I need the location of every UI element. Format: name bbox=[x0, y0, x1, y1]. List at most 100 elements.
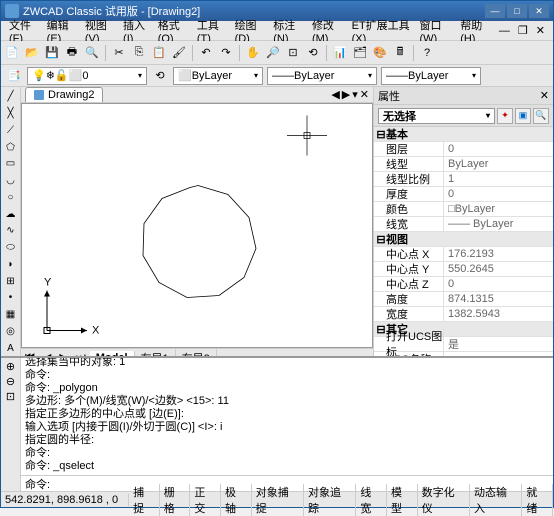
print-icon[interactable]: 🖶 bbox=[63, 44, 81, 62]
polar-toggle[interactable]: 极轴 bbox=[221, 484, 252, 516]
preview-icon[interactable]: 🔍 bbox=[83, 44, 101, 62]
ellipse-icon[interactable]: ⬭ bbox=[3, 240, 19, 256]
select-icon[interactable]: ▣ bbox=[515, 108, 531, 124]
prop-row[interactable]: 打开UCS图标是 bbox=[374, 337, 553, 352]
layer-toolbar: 📑 💡❄🔓⬜ 0▾ ⟲ ⬜ ByLayer▾ —— ByLayer▾ —— By… bbox=[1, 65, 553, 87]
menu-bar: 文件(F) 编辑(E) 视图(V) 插入(I) 格式(O) 工具(T) 绘图(D… bbox=[1, 21, 553, 41]
drawing-canvas[interactable]: X Y bbox=[21, 103, 373, 348]
standard-toolbar: 📄 📂 💾 🖶 🔍 ✂ ⎘ 📋 🖌 ↶ ↷ ✋ 🔎 ⊡ ⟲ 📊 🗂 🎨 🖩 ? bbox=[1, 41, 553, 65]
close-button[interactable]: ✕ bbox=[529, 4, 549, 18]
svg-text:X: X bbox=[92, 325, 100, 337]
revcloud-icon[interactable]: ☁ bbox=[3, 206, 19, 222]
pan-icon[interactable]: ✋ bbox=[244, 44, 262, 62]
model-tabs: ⏮ ◀ ▶ ⏭ Model 布局1 布局2 bbox=[21, 348, 373, 356]
layer-manager-icon[interactable]: 📑 bbox=[5, 67, 23, 85]
tab-menu-icon[interactable]: ▾ bbox=[352, 88, 358, 101]
cmd-tool2-icon[interactable]: ⊖ bbox=[6, 375, 15, 388]
text-icon[interactable]: A bbox=[3, 340, 19, 356]
properties-title: 属性 bbox=[378, 88, 400, 104]
spline-icon[interactable]: ∿ bbox=[3, 223, 19, 239]
ellipsearc-icon[interactable]: ◗ bbox=[3, 257, 19, 273]
help-icon[interactable]: ? bbox=[418, 44, 436, 62]
copy-icon[interactable]: ⎘ bbox=[130, 44, 148, 62]
mdi-restore-button[interactable]: ❐ bbox=[514, 22, 532, 39]
zoom-win-icon[interactable]: ⊡ bbox=[284, 44, 302, 62]
xline-icon[interactable]: ╳ bbox=[3, 106, 19, 122]
rect-icon[interactable]: ▭ bbox=[3, 156, 19, 172]
tab-next-icon[interactable]: ▶ bbox=[342, 88, 350, 101]
tablet-toggle[interactable]: 数字化仪 bbox=[418, 484, 470, 516]
match-icon[interactable]: 🖌 bbox=[170, 44, 188, 62]
line-icon[interactable]: ╱ bbox=[3, 89, 19, 105]
arc-icon[interactable]: ◡ bbox=[3, 173, 19, 189]
status-ready: 就绪 bbox=[522, 484, 553, 516]
prop-row[interactable]: 宽度1382.5943 bbox=[374, 307, 553, 322]
mdi-close-button[interactable]: ✕ bbox=[532, 22, 549, 39]
drawing-tab[interactable]: Drawing2 bbox=[25, 87, 103, 102]
prop-row[interactable]: 线型比例1 bbox=[374, 172, 553, 187]
pickadd-icon[interactable]: ✦ bbox=[497, 108, 513, 124]
zoom-prev-icon[interactable]: ⟲ bbox=[304, 44, 322, 62]
region-icon[interactable]: ◎ bbox=[3, 324, 19, 340]
hatch-icon[interactable]: ▦ bbox=[3, 307, 19, 323]
color-combo[interactable]: ⬜ ByLayer▾ bbox=[173, 67, 263, 85]
mdi-minimize-button[interactable]: — bbox=[495, 23, 514, 39]
coordinates[interactable]: 542.8291, 898.9618 , 0 bbox=[1, 494, 129, 506]
maximize-button[interactable]: □ bbox=[507, 4, 527, 18]
toolpalette-icon[interactable]: 🎨 bbox=[371, 44, 389, 62]
lineweight-combo[interactable]: —— ByLayer▾ bbox=[381, 67, 481, 85]
tab-layout1[interactable]: 布局1 bbox=[135, 349, 176, 357]
tab-close-icon[interactable]: ✕ bbox=[360, 88, 369, 101]
cmd-tool1-icon[interactable]: ⊕ bbox=[6, 360, 15, 373]
cut-icon[interactable]: ✂ bbox=[110, 44, 128, 62]
layer-combo[interactable]: 💡❄🔓⬜ 0▾ bbox=[27, 67, 147, 85]
prop-category[interactable]: ⊟视图 bbox=[374, 232, 553, 247]
zoom-icon[interactable]: 🔎 bbox=[264, 44, 282, 62]
properties-panel: 属性 ✕ 无选择▾ ✦ ▣ 🔍 ⊟基本图层0线型ByLayer线型比例1厚度0颜… bbox=[373, 87, 553, 356]
command-history[interactable]: 另一角点:命令:命令: _erase选择集当中的对象: 1命令:命令: _pol… bbox=[21, 358, 553, 475]
qselect-icon[interactable]: 🔍 bbox=[533, 108, 549, 124]
undo-icon[interactable]: ↶ bbox=[197, 44, 215, 62]
open-icon[interactable]: 📂 bbox=[23, 44, 41, 62]
prop-row[interactable]: 中心点 Y550.2645 bbox=[374, 262, 553, 277]
prop-row[interactable]: 中心点 Z0 bbox=[374, 277, 553, 292]
save-icon[interactable]: 💾 bbox=[43, 44, 61, 62]
model-toggle[interactable]: 模型 bbox=[387, 484, 418, 516]
new-icon[interactable]: 📄 bbox=[3, 44, 21, 62]
prop-row[interactable]: 图层0 bbox=[374, 142, 553, 157]
tab-prev-icon[interactable]: ◀ bbox=[331, 88, 339, 101]
props-icon[interactable]: 📊 bbox=[331, 44, 349, 62]
block-icon[interactable]: ⊞ bbox=[3, 273, 19, 289]
linetype-combo[interactable]: —— ByLayer▾ bbox=[267, 67, 377, 85]
osnap-toggle[interactable]: 对象捕捉 bbox=[252, 484, 304, 516]
designcenter-icon[interactable]: 🗂 bbox=[351, 44, 369, 62]
polygon-icon[interactable]: ⬠ bbox=[3, 139, 19, 155]
prop-row[interactable]: 厚度0 bbox=[374, 187, 553, 202]
ortho-toggle[interactable]: 正交 bbox=[190, 484, 221, 516]
command-area: ⊕ ⊖ ⊡ 另一角点:命令:命令: _erase选择集当中的对象: 1命令:命令… bbox=[1, 356, 553, 491]
paste-icon[interactable]: 📋 bbox=[150, 44, 168, 62]
prop-category[interactable]: ⊟基本 bbox=[374, 127, 553, 142]
draw-toolbar: ╱ ╳ ⟋ ⬠ ▭ ◡ ○ ☁ ∿ ⬭ ◗ ⊞ • ▦ ◎ A bbox=[1, 87, 21, 356]
circle-icon[interactable]: ○ bbox=[3, 190, 19, 206]
otrack-toggle[interactable]: 对象追踪 bbox=[304, 484, 356, 516]
lwt-toggle[interactable]: 线宽 bbox=[356, 484, 387, 516]
point-icon[interactable]: • bbox=[3, 290, 19, 306]
prop-row[interactable]: 线宽—— ByLayer bbox=[374, 217, 553, 232]
prop-row[interactable]: 高度874.1315 bbox=[374, 292, 553, 307]
prop-row[interactable]: 线型ByLayer bbox=[374, 157, 553, 172]
dyn-toggle[interactable]: 动态输入 bbox=[470, 484, 522, 516]
tab-layout2[interactable]: 布局2 bbox=[176, 349, 217, 357]
prop-row[interactable]: 颜色□ByLayer bbox=[374, 202, 553, 217]
selection-combo[interactable]: 无选择▾ bbox=[378, 108, 495, 124]
cmd-tool3-icon[interactable]: ⊡ bbox=[6, 390, 15, 403]
layer-prev-icon[interactable]: ⟲ bbox=[151, 67, 169, 85]
redo-icon[interactable]: ↷ bbox=[217, 44, 235, 62]
grid-toggle[interactable]: 栅格 bbox=[160, 484, 191, 516]
pline-icon[interactable]: ⟋ bbox=[3, 123, 19, 139]
calc-icon[interactable]: 🖩 bbox=[391, 44, 409, 62]
snap-toggle[interactable]: 捕捉 bbox=[129, 484, 160, 516]
prop-row[interactable]: 中心点 X176.2193 bbox=[374, 247, 553, 262]
panel-close-icon[interactable]: ✕ bbox=[540, 89, 549, 102]
crosshair-cursor bbox=[287, 116, 327, 156]
